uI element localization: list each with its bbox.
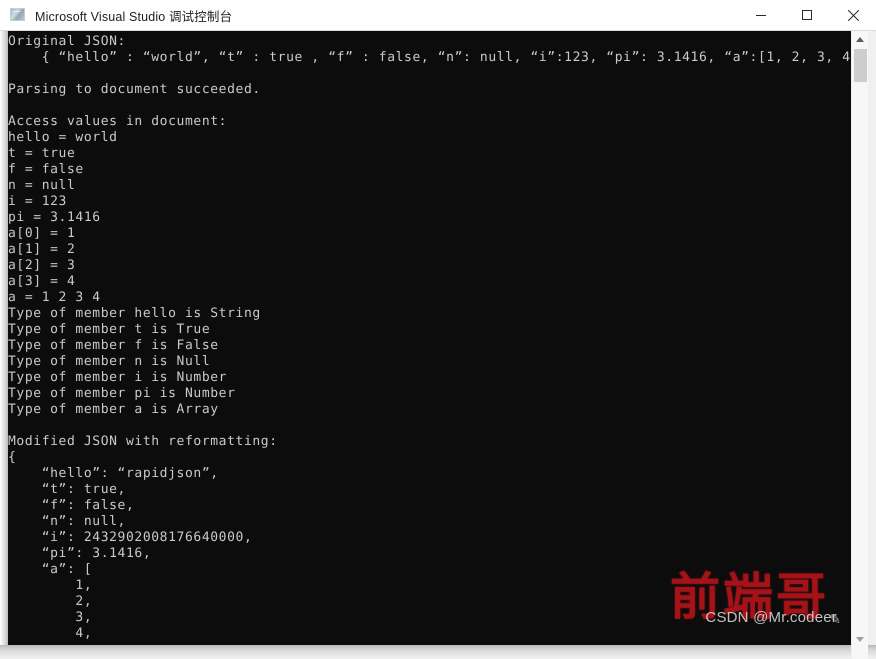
console-output-area[interactable]: Original JSON: { “hello” : “world”, “t” … — [8, 31, 851, 645]
window-controls — [738, 0, 876, 30]
maximize-button[interactable] — [784, 0, 830, 30]
window-title: Microsoft Visual Studio 调试控制台 — [35, 9, 233, 24]
scroll-up-arrow[interactable] — [852, 31, 868, 48]
vertical-scrollbar[interactable] — [851, 31, 868, 659]
minimize-button[interactable] — [738, 0, 784, 30]
scroll-down-arrow[interactable] — [852, 631, 868, 648]
console-client-area: Original JSON: { “hello” : “world”, “t” … — [0, 31, 876, 659]
close-button[interactable] — [830, 0, 876, 30]
window-left-edge — [0, 31, 8, 648]
window-bottom-edge — [0, 645, 876, 659]
console-output-text: Original JSON: { “hello” : “world”, “t” … — [8, 34, 851, 641]
console-window: Microsoft Visual Studio 调试控制台 Original J… — [0, 0, 876, 659]
title-bar[interactable]: Microsoft Visual Studio 调试控制台 — [0, 0, 876, 31]
console-app-icon — [9, 7, 27, 23]
scroll-thumb[interactable] — [854, 49, 867, 82]
